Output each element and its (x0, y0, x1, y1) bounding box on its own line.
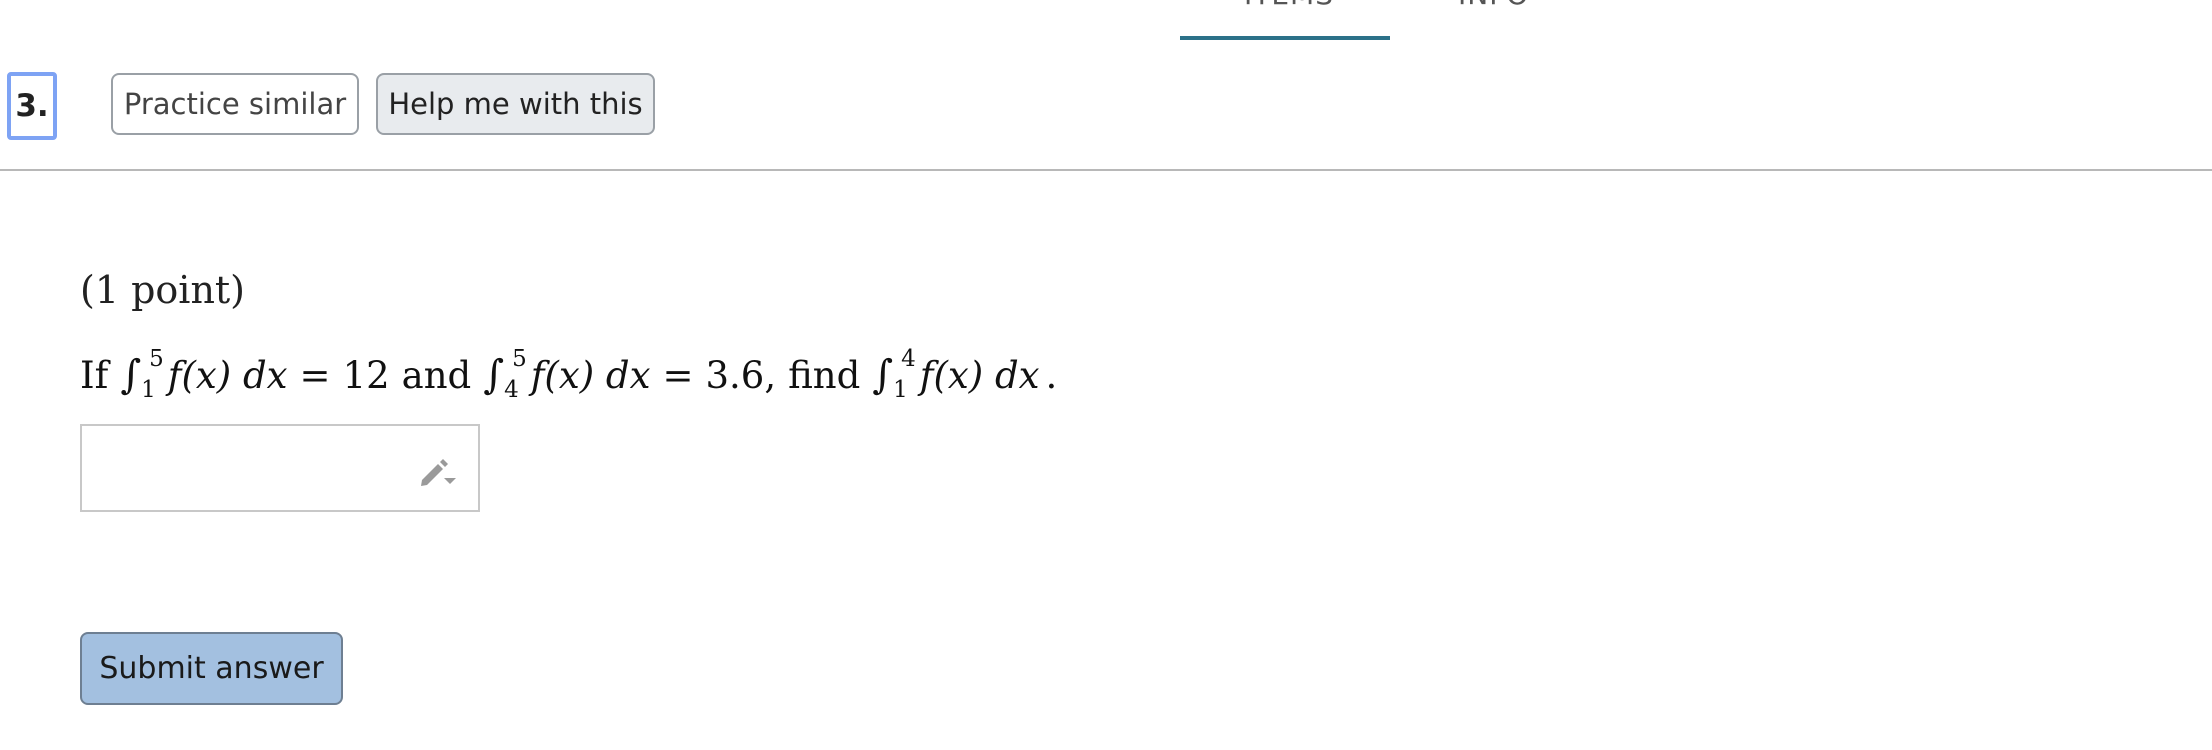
integral-2-value: 3.6 (705, 353, 765, 397)
problem-statement: If ∫ 5 1 f(x) dx = 12 and ∫ 5 4 f(x) dx … (80, 348, 1057, 402)
integral-sign: ∫ (872, 352, 894, 398)
integral-sign: ∫ (120, 352, 142, 398)
tab-items[interactable]: ITEMS (1244, 0, 1334, 11)
integral-1-value: 12 (342, 353, 390, 397)
equals-2: = (662, 353, 694, 397)
practice-similar-button[interactable]: Practice similar (111, 73, 359, 135)
and-word: and (401, 353, 472, 397)
help-me-button[interactable]: Help me with this (376, 73, 655, 135)
integral-1-upper: 5 (149, 346, 164, 372)
submit-answer-button[interactable]: Submit answer (80, 632, 343, 705)
points-label: (1 point) (80, 268, 246, 312)
integral-1-lower: 1 (141, 377, 156, 403)
page: ITEMS INFO 3. Practice similar Help me w… (0, 0, 2212, 750)
integral-1: ∫ 5 1 (120, 348, 163, 402)
pencil-icon[interactable] (418, 450, 458, 490)
equals-1: = (299, 353, 331, 397)
integral-2-upper: 5 (512, 346, 527, 372)
question-number[interactable]: 3. (7, 72, 57, 140)
integrand-2: f(x) dx (530, 353, 651, 397)
integral-3: ∫ 4 1 (872, 348, 915, 402)
integrand-1: f(x) dx (167, 353, 288, 397)
integral-sign: ∫ (483, 352, 505, 398)
find-word: find (788, 353, 861, 397)
integral-3-upper: 4 (901, 346, 916, 372)
comma: , (764, 353, 777, 397)
answer-box[interactable] (80, 424, 480, 512)
period: . (1045, 353, 1058, 397)
question-header: ITEMS INFO 3. Practice similar Help me w… (0, 0, 2212, 171)
integral-2-lower: 4 (504, 377, 519, 403)
active-tab-indicator (1180, 36, 1390, 40)
answer-input[interactable] (90, 434, 394, 504)
if-word: If (80, 353, 109, 397)
tab-info[interactable]: INFO (1458, 0, 1529, 11)
integrand-3: f(x) dx (919, 353, 1040, 397)
integral-3-lower: 1 (893, 377, 908, 403)
integral-2: ∫ 5 4 (483, 348, 526, 402)
